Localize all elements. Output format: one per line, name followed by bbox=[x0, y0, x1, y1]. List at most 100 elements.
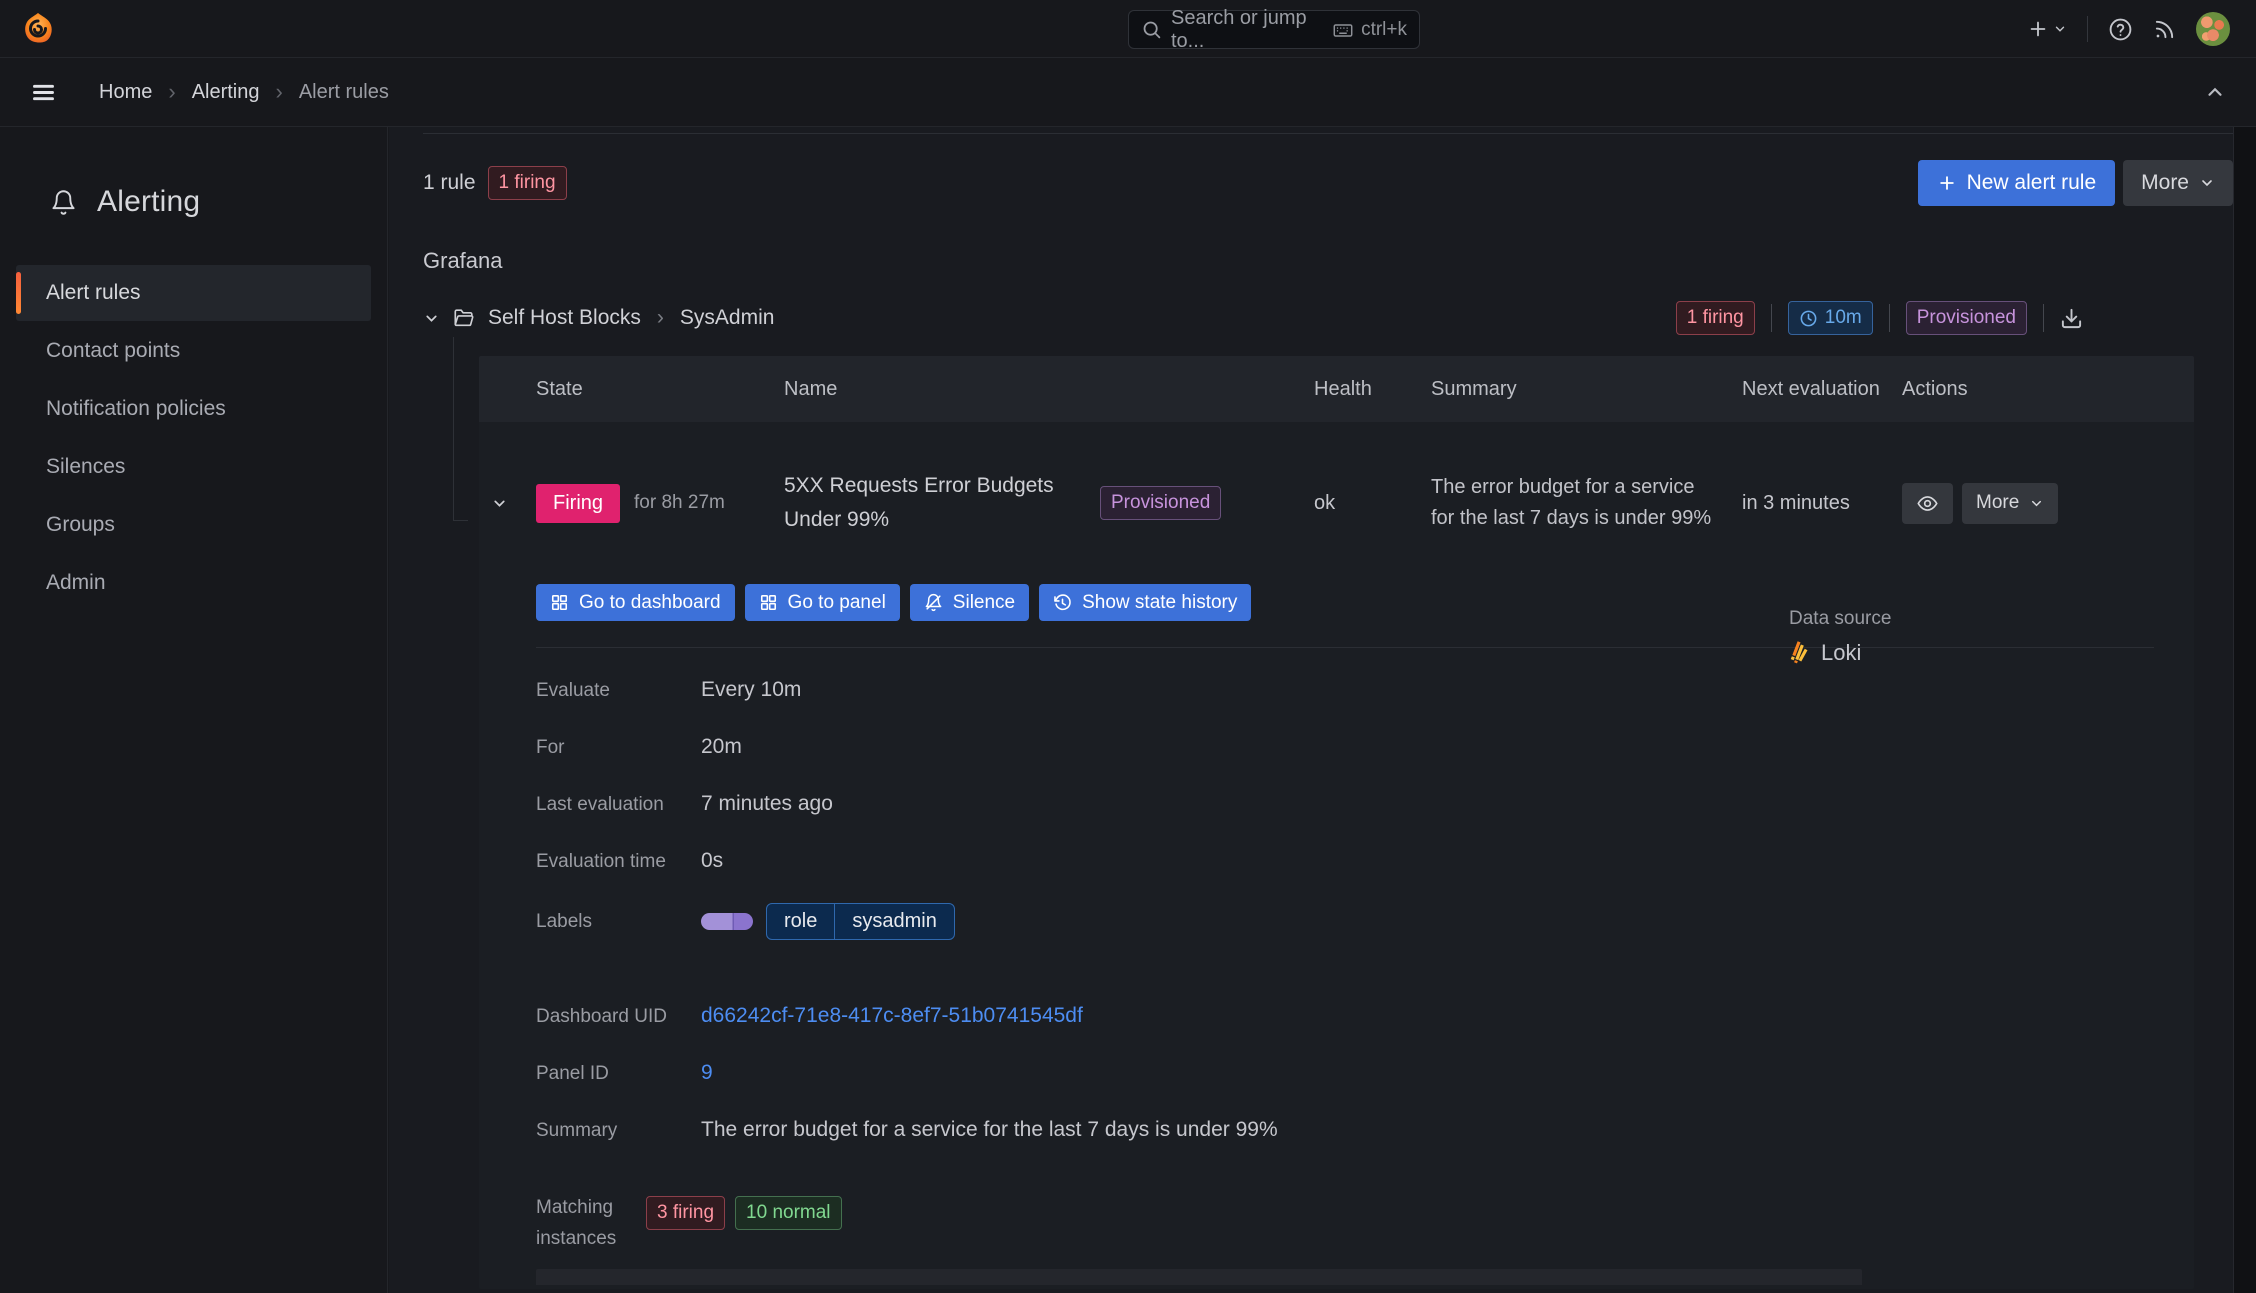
go-to-dashboard-button[interactable]: Go to dashboard bbox=[536, 584, 735, 621]
header-health: Health bbox=[1314, 377, 1372, 400]
collapse-chevron-icon[interactable] bbox=[423, 310, 440, 327]
header-next-evaluation: Next evaluation bbox=[1742, 377, 1880, 400]
clock-icon bbox=[1800, 310, 1817, 326]
eye-icon bbox=[1917, 495, 1938, 511]
firing-duration: for 8h 27m bbox=[634, 492, 725, 513]
show-state-history-button[interactable]: Show state history bbox=[1039, 584, 1252, 621]
label-badge[interactable]: role sysadmin bbox=[766, 903, 955, 940]
breadcrumb: Home › Alerting › Alert rules bbox=[99, 79, 389, 105]
detail-row-matching-instances: Matching instances 3 firing 10 normal bbox=[536, 1192, 2154, 1255]
folder-name[interactable]: Self Host Blocks bbox=[488, 306, 641, 330]
sidebar-items: Alert rules Contact points Notification … bbox=[0, 265, 387, 611]
sidebar-item-admin[interactable]: Admin bbox=[16, 555, 371, 611]
bell-slash-icon bbox=[925, 593, 942, 612]
folder-group-name[interactable]: SysAdmin bbox=[680, 306, 775, 330]
firing-state-badge: Firing bbox=[536, 483, 621, 523]
datasource-block: Data source Loki bbox=[1789, 608, 1891, 666]
datasource-label: Data source bbox=[1789, 608, 1892, 629]
state-cell: Firing for 8h 27m bbox=[536, 483, 784, 523]
plus-icon bbox=[1939, 176, 1954, 190]
rules-toolbar: 1 rule 1 firing New alert rule More bbox=[423, 160, 2233, 206]
more-button[interactable]: More bbox=[2123, 160, 2233, 206]
rule-count: 1 rule bbox=[423, 171, 476, 194]
export-icon[interactable] bbox=[2060, 307, 2083, 330]
bell-icon bbox=[50, 189, 77, 216]
sidebar-title: Alerting bbox=[97, 185, 201, 218]
scrollbar-gutter[interactable] bbox=[2233, 127, 2256, 1293]
new-alert-rule-button[interactable]: New alert rule bbox=[1917, 160, 2116, 206]
sidebar-item-alert-rules[interactable]: Alert rules bbox=[16, 265, 371, 321]
news-icon[interactable] bbox=[2153, 18, 2176, 41]
keyboard-icon bbox=[1332, 19, 1354, 41]
health-value: ok bbox=[1314, 491, 1336, 514]
history-icon bbox=[1054, 594, 1071, 611]
search-icon bbox=[1141, 19, 1162, 40]
panel-id-link[interactable]: 9 bbox=[701, 1061, 713, 1085]
detail-row-summary: Summary The error budget for a service f… bbox=[536, 1118, 1278, 1141]
firing-count-badge: 1 firing bbox=[487, 166, 567, 200]
sidebar-item-groups[interactable]: Groups bbox=[16, 497, 371, 553]
chevron-down-icon bbox=[2032, 500, 2042, 506]
rule-name-link[interactable]: 5XX Requests Error Budgets Under 99% bbox=[784, 469, 1084, 536]
chevron-down-icon bbox=[2202, 180, 2212, 187]
header-actions: Actions bbox=[1902, 377, 1968, 400]
group-firing-badge: 1 firing bbox=[1675, 301, 1755, 335]
main-content: 1 rule 1 firing New alert rule More Graf… bbox=[389, 127, 2233, 1293]
folder-group-row: Self Host Blocks › SysAdmin 1 firing 10m… bbox=[423, 296, 2233, 340]
add-menu-button[interactable] bbox=[2027, 18, 2067, 40]
menu-toggle-icon[interactable] bbox=[30, 79, 57, 106]
detail-row-for: For 20m bbox=[536, 735, 742, 758]
header-summary: Summary bbox=[1431, 377, 1517, 400]
instances-firing-badge: 3 firing bbox=[646, 1196, 726, 1230]
top-right-actions bbox=[2027, 0, 2230, 58]
breadcrumb-alert-rules: Alert rules bbox=[298, 80, 389, 103]
sidebar-item-contact-points[interactable]: Contact points bbox=[16, 323, 371, 379]
name-cell: 5XX Requests Error Budgets Under 99% Pro… bbox=[784, 469, 1314, 536]
instances-table-top bbox=[536, 1268, 1862, 1285]
breadcrumb-home[interactable]: Home bbox=[99, 81, 152, 104]
rules-table: State Name Health Summary Next evaluatio… bbox=[479, 356, 2194, 1289]
row-expand-chevron-icon[interactable] bbox=[479, 495, 536, 512]
breadcrumb-alerting[interactable]: Alerting bbox=[192, 81, 260, 104]
instances-normal-badge: 10 normal bbox=[735, 1196, 842, 1230]
header-name: Name bbox=[784, 377, 838, 400]
chevron-down-icon bbox=[2055, 26, 2065, 32]
help-icon[interactable] bbox=[2108, 17, 2133, 42]
silence-button[interactable]: Silence bbox=[909, 584, 1030, 621]
labels-expand-pill[interactable] bbox=[701, 913, 753, 930]
breadcrumb-separator: › bbox=[275, 79, 283, 104]
dashboard-uid-link[interactable]: d66242cf-71e8-417c-8ef7-51b0741545df bbox=[701, 1004, 1083, 1028]
next-evaluation-value: in 3 minutes bbox=[1742, 491, 1850, 514]
label-key: role bbox=[767, 904, 836, 939]
row-actions: More bbox=[1902, 482, 2194, 524]
user-avatar[interactable] bbox=[2196, 12, 2230, 46]
collapse-chevron-up-icon[interactable] bbox=[2204, 81, 2226, 103]
search-input[interactable]: Search or jump to... ctrl+k bbox=[1128, 7, 1420, 52]
details-divider bbox=[536, 647, 2154, 648]
content-divider bbox=[423, 133, 2233, 134]
label-value: sysadmin bbox=[852, 910, 937, 932]
folder-icon bbox=[453, 307, 475, 329]
search-placeholder: Search or jump to... bbox=[1171, 6, 1307, 52]
row-more-button[interactable]: More bbox=[1962, 482, 2059, 524]
grafana-logo-icon[interactable] bbox=[20, 11, 56, 47]
sidebar-item-silences[interactable]: Silences bbox=[16, 439, 371, 495]
apps-icon bbox=[551, 594, 568, 611]
loki-icon bbox=[1790, 641, 1808, 664]
sidebar-item-notification-policies[interactable]: Notification policies bbox=[16, 381, 371, 437]
datasource-name[interactable]: Loki bbox=[1821, 640, 1861, 666]
table-header-row: State Name Health Summary Next evaluatio… bbox=[479, 356, 2194, 422]
topbar-divider bbox=[2087, 16, 2088, 42]
sidebar-header: Alerting bbox=[0, 185, 387, 219]
rule-action-buttons: Go to dashboard Go to panel Silence Show… bbox=[536, 584, 2154, 621]
grafana-app: Search or jump to... ctrl+k Home › Alert… bbox=[0, 0, 2256, 1293]
apps-icon bbox=[760, 594, 776, 611]
tree-guide-line bbox=[453, 337, 468, 521]
top-nav-bar: Search or jump to... ctrl+k bbox=[0, 0, 2256, 58]
section-title: Grafana bbox=[423, 248, 503, 273]
rule-details: Go to dashboard Go to panel Silence Show… bbox=[479, 584, 2194, 1255]
rule-provisioned-badge: Provisioned bbox=[1100, 486, 1222, 520]
go-to-panel-button[interactable]: Go to panel bbox=[744, 584, 900, 621]
detail-row-evaluation-time: Evaluation time 0s bbox=[536, 849, 724, 872]
view-rule-button[interactable] bbox=[1902, 482, 1953, 524]
